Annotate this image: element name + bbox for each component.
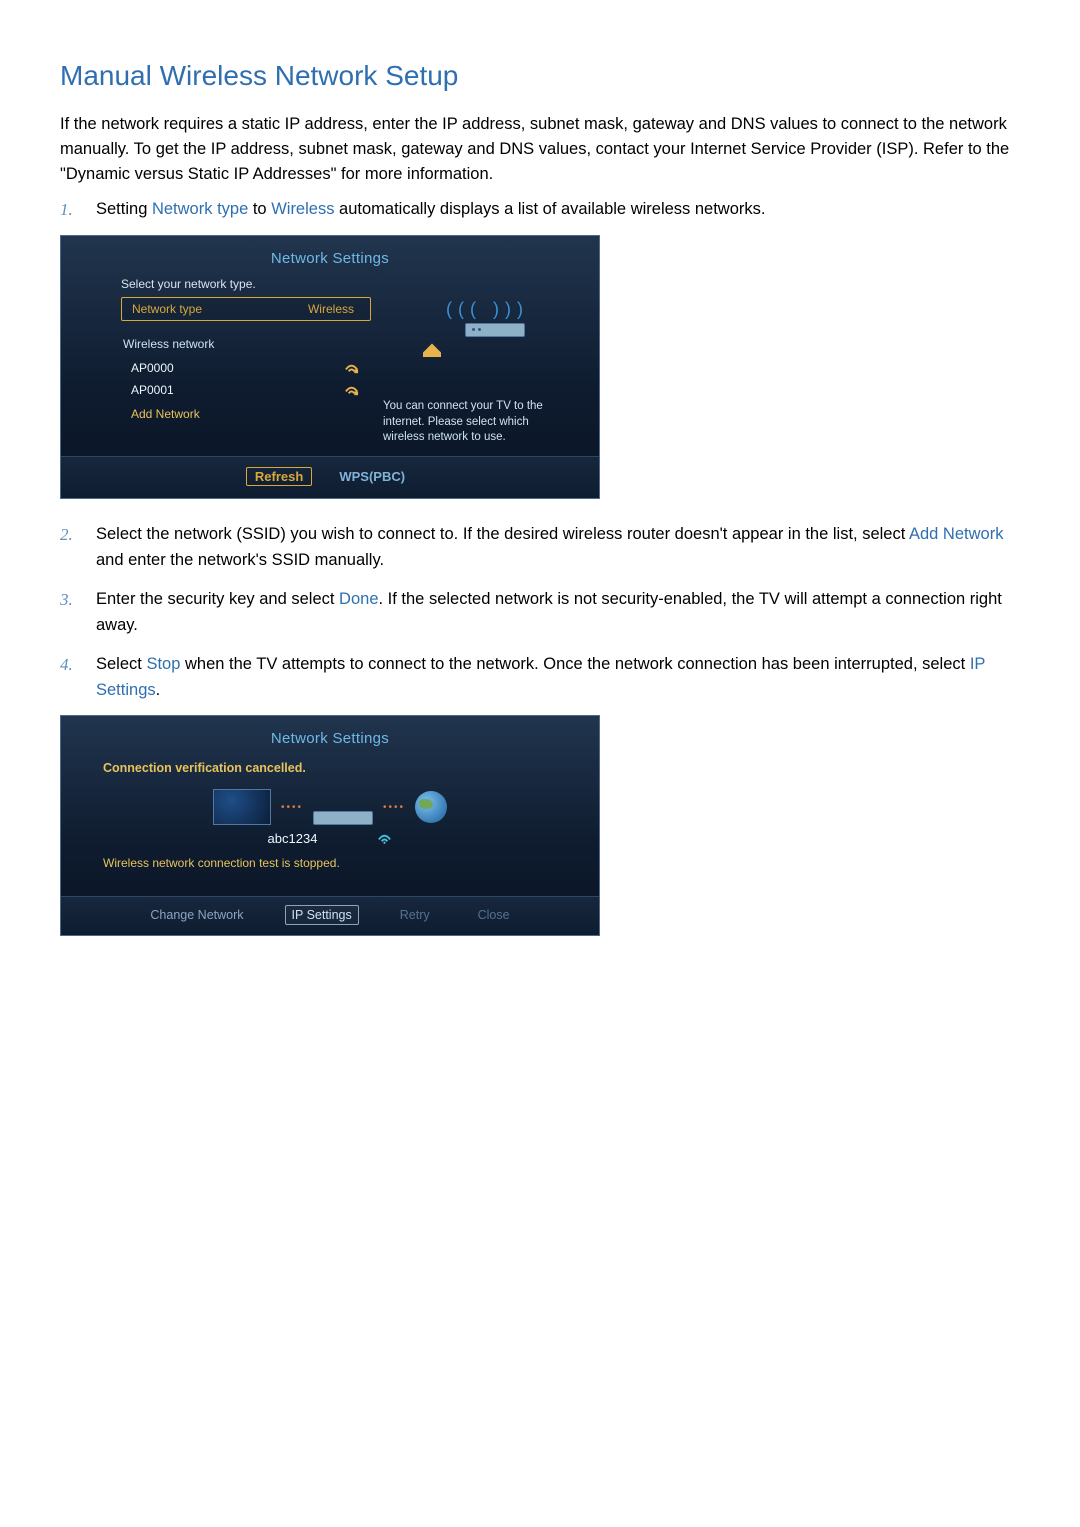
close-button[interactable]: Close (471, 905, 517, 925)
step-1-text: Setting Network type to Wireless automat… (96, 196, 1020, 222)
step-4-mid: when the TV attempts to connect to the n… (180, 655, 969, 673)
panel2-status-text: Wireless network connection test is stop… (103, 850, 557, 896)
step-1-pre: Setting (96, 200, 152, 218)
router-icon (465, 323, 525, 337)
panel1-help-text: You can connect your TV to the internet.… (383, 369, 573, 446)
wifi-icon (377, 832, 392, 845)
add-network-link[interactable]: Add Network (121, 401, 371, 425)
connection-diagram: •••• •••• (103, 789, 557, 825)
step-1-post: automatically displays a list of availab… (334, 200, 765, 218)
wifi-lock-icon (344, 384, 359, 397)
step-number-4: 4. (60, 651, 96, 678)
step-4-text: Select Stop when the TV attempts to conn… (96, 651, 1020, 704)
wifi-lock-icon (344, 362, 359, 375)
wps-pbc-button[interactable]: WPS(PBC) (330, 467, 414, 486)
globe-icon (415, 791, 447, 823)
step-4-hl-stop: Stop (146, 655, 180, 673)
panel2-subtitle: Connection verification cancelled. (103, 759, 557, 779)
network-type-row[interactable]: Network type Wireless (121, 297, 371, 321)
step-4-post: . (156, 681, 161, 699)
router-illustration: ((( ))) (413, 299, 543, 369)
refresh-button[interactable]: Refresh (246, 467, 312, 486)
network-type-label: Network type (132, 302, 202, 316)
panel1-subtitle: Select your network type. (61, 273, 599, 297)
step-2-text: Select the network (SSID) you wish to co… (96, 521, 1020, 574)
step-3-hl-done: Done (339, 590, 378, 608)
step-2-pre: Select the network (SSID) you wish to co… (96, 525, 909, 543)
panel2-title: Network Settings (61, 716, 599, 753)
step-2-hl-add-network: Add Network (909, 525, 1003, 543)
wifi-item-ap0001[interactable]: AP0001 (121, 379, 371, 401)
step-number-1: 1. (60, 196, 96, 223)
network-settings-panel-2: Network Settings Connection verification… (60, 715, 600, 936)
step-3-text: Enter the security key and select Done. … (96, 586, 1020, 639)
wifi-item-ap0000[interactable]: AP0000 (121, 357, 371, 379)
signal-waves-icon: ((( ))) (446, 299, 529, 320)
page-title: Manual Wireless Network Setup (60, 60, 1020, 92)
retry-button[interactable]: Retry (393, 905, 437, 925)
ip-settings-button[interactable]: IP Settings (285, 905, 359, 925)
wireless-network-label: Wireless network (121, 331, 371, 357)
step-3-pre: Enter the security key and select (96, 590, 339, 608)
step-1-mid: to (248, 200, 271, 218)
intro-paragraph: If the network requires a static IP addr… (60, 112, 1020, 186)
step-4-pre: Select (96, 655, 146, 673)
device-icon (423, 343, 441, 357)
network-settings-panel-1: Network Settings Select your network typ… (60, 235, 600, 499)
network-type-value: Wireless (308, 302, 354, 316)
step-number-3: 3. (60, 586, 96, 613)
change-network-button[interactable]: Change Network (143, 905, 250, 925)
panel1-title: Network Settings (61, 236, 599, 273)
wifi-item-label: AP0000 (131, 361, 174, 375)
tv-icon (213, 789, 271, 825)
step-1-hl-wireless: Wireless (271, 200, 334, 218)
wifi-item-label: AP0001 (131, 383, 174, 397)
connection-dots-icon: •••• (383, 802, 405, 813)
step-number-2: 2. (60, 521, 96, 548)
connection-dots-icon: •••• (281, 802, 303, 813)
step-1-hl-network-type: Network type (152, 200, 248, 218)
router-icon (313, 811, 373, 825)
step-2-post: and enter the network's SSID manually. (96, 551, 384, 569)
connected-ssid: abc1234 (268, 831, 318, 846)
